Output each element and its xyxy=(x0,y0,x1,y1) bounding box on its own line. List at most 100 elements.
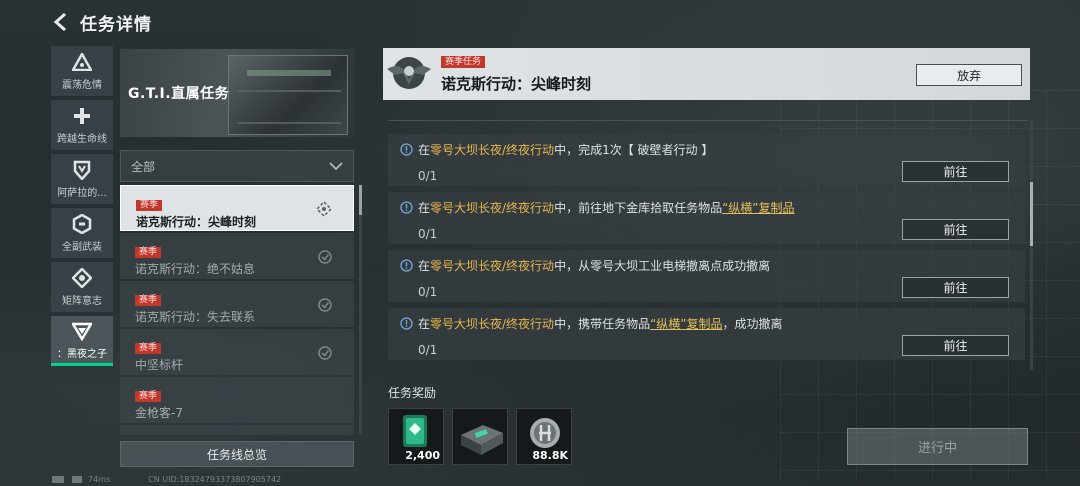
objective-item-link[interactable]: “纵横”复制品 xyxy=(722,199,794,216)
season-tag: 赛季 xyxy=(135,247,162,258)
task-list-item[interactable]: 赛季 中坚标杆 xyxy=(120,329,354,375)
rewards-title: 任务奖励 xyxy=(388,386,437,400)
rail-item-lifeline[interactable]: 跨越生命线 xyxy=(51,100,113,150)
warning-triangle-icon xyxy=(71,51,93,73)
rail-item-child-of-night[interactable]: ：黑夜之子 xyxy=(51,316,113,366)
objective-item-link[interactable]: “纵横”复制品 xyxy=(650,315,722,332)
go-button[interactable]: 前往 xyxy=(902,335,1009,356)
signal-icon xyxy=(72,476,82,483)
objective-item: 在零号大坝长夜/终夜行动 中，完成1次【 破壁者行动 】 0/1 前往 xyxy=(388,134,1025,186)
info-icon xyxy=(400,143,413,156)
objective-prefix: 在 xyxy=(418,317,431,331)
rail-item-shock-crisis[interactable]: 震荡危情 xyxy=(51,46,113,96)
rail-item-label: 阿萨拉的... xyxy=(57,188,107,199)
objective-list: 在零号大坝长夜/终夜行动 中，完成1次【 破壁者行动 】 0/1 前往 在零号大坝… xyxy=(388,134,1025,366)
rail-item-matrix-will[interactable]: 矩阵意志 xyxy=(51,262,113,312)
target-track-icon xyxy=(315,200,333,218)
objective-prefix: 在 xyxy=(418,143,431,157)
reward-item[interactable]: 88.8K xyxy=(516,408,572,465)
go-button[interactable]: 前往 xyxy=(902,219,1009,240)
task-name: 金枪客-7 xyxy=(135,406,183,420)
objective-text: 在零号大坝长夜/终夜行动 中，携带任务物品 “纵横”复制品 ，成功撤离 xyxy=(400,315,1025,332)
back-arrow-icon[interactable] xyxy=(50,11,72,33)
task-status-icon xyxy=(318,298,332,312)
rail-item-label: 全副武装 xyxy=(62,242,102,253)
hexagon-ring-icon xyxy=(71,213,93,235)
season-tag: 赛季 xyxy=(135,343,162,354)
rail-item-label: ：黑夜之子 xyxy=(57,348,107,360)
divider xyxy=(388,120,1028,121)
go-button[interactable]: 前往 xyxy=(902,161,1009,182)
objective-suffix: ，成功撤离 xyxy=(722,317,783,331)
reward-list: 2,400 88.8K xyxy=(388,408,572,465)
task-detail-header: 赛季任务 诺克斯行动：尖峰时刻 放弃 xyxy=(383,48,1030,100)
status-footer: 74ms CN UID:18324793373807905742 xyxy=(52,473,281,486)
task-filter-dropdown[interactable]: 全部 xyxy=(120,150,354,182)
page-title: 任务详情 xyxy=(80,14,152,35)
objective-item: 在零号大坝长夜/终夜行动 中，携带任务物品 “纵横”复制品 ，成功撤离 0/1 前往 xyxy=(388,308,1025,360)
task-detail-title: 诺克斯行动：尖峰时刻 xyxy=(441,75,592,93)
reward-item[interactable] xyxy=(452,408,508,465)
rail-item-fully-armed[interactable]: 全副武装 xyxy=(51,208,113,258)
rail-item-label: 矩阵意志 xyxy=(62,296,102,307)
info-icon xyxy=(400,259,413,272)
task-list-item[interactable]: 赛季 xyxy=(120,425,354,435)
info-icon xyxy=(400,201,413,214)
objective-prefix: 在 xyxy=(418,259,431,273)
triangle-emblem-icon xyxy=(71,320,93,342)
info-icon xyxy=(400,317,413,330)
season-task-tag: 赛季任务 xyxy=(441,56,486,68)
objective-text: 在零号大坝长夜/终夜行动 中，完成1次【 破壁者行动 】 xyxy=(400,141,1025,158)
eagle-emblem-icon xyxy=(387,57,431,89)
objective-description: 中，前往地下金库拾取任务物品 xyxy=(554,201,723,215)
reward-amount: 2,400 xyxy=(405,449,440,462)
diamond-node-icon xyxy=(71,267,93,289)
reward-amount: 88.8K xyxy=(532,449,568,462)
season-tag: 赛季 xyxy=(135,295,162,306)
rail-item-label: 跨越生命线 xyxy=(57,134,107,145)
objective-description: 中，完成1次【 破壁者行动 】 xyxy=(554,143,714,157)
objective-scrollbar[interactable] xyxy=(1030,120,1033,370)
objective-prefix: 在 xyxy=(418,201,431,215)
task-list-item[interactable]: 赛季 诺克斯行动：绝不姑息 xyxy=(120,233,354,279)
scrollbar-thumb[interactable] xyxy=(1030,182,1033,246)
filter-value: 全部 xyxy=(131,159,156,174)
abandon-button[interactable]: 放弃 xyxy=(916,64,1022,86)
banner-crate-image xyxy=(228,55,348,135)
objective-description: 中，从零号大坝工业电梯撤离点成功撤离 xyxy=(554,259,771,273)
task-list-item[interactable]: 赛季 金枪客-7 xyxy=(120,377,354,423)
battery-icon xyxy=(52,476,64,483)
task-list: 赛季 诺克斯行动：尖峰时刻 赛季 诺克斯行动：绝不姑息 赛季 诺克斯行动：失去联… xyxy=(120,185,354,435)
task-list-item[interactable]: 赛季 诺克斯行动：失去联系 xyxy=(120,281,354,327)
scrollbar-thumb[interactable] xyxy=(359,185,362,215)
rail-item-asala[interactable]: 阿萨拉的... xyxy=(51,154,113,204)
task-list-item[interactable]: 赛季 诺克斯行动：尖峰时刻 xyxy=(120,185,354,231)
rail-item-label: 震荡危情 xyxy=(62,80,102,91)
go-button[interactable]: 前往 xyxy=(902,277,1009,298)
task-status-icon xyxy=(318,346,332,360)
reward-item[interactable]: 2,400 xyxy=(388,408,444,465)
objective-item: 在零号大坝长夜/终夜行动 中，前往地下金库拾取任务物品 “纵横”复制品 0/1 前往 xyxy=(388,192,1025,244)
objective-text: 在零号大坝长夜/终夜行动 中，前往地下金库拾取任务物品 “纵横”复制品 xyxy=(400,199,1025,216)
shield-icon xyxy=(71,159,93,181)
season-tag: 赛季 xyxy=(136,200,163,211)
uid-text: CN UID:18324793373807905742 xyxy=(148,475,282,484)
season-tag: 赛季 xyxy=(135,391,162,402)
latency-text: 74ms xyxy=(88,475,111,484)
medical-cross-icon xyxy=(71,105,93,127)
objective-text: 在零号大坝长夜/终夜行动 中，从零号大坝工业电梯撤离点成功撤离 xyxy=(400,257,1025,274)
task-line-overview-button[interactable]: 任务线总览 xyxy=(120,441,354,467)
objective-item: 在零号大坝长夜/终夜行动 中，从零号大坝工业电梯撤离点成功撤离 0/1 前往 xyxy=(388,250,1025,302)
in-progress-status-button: 进行中 xyxy=(847,428,1028,465)
task-list-scrollbar[interactable] xyxy=(359,185,362,435)
objective-description: 中，携带任务物品 xyxy=(554,317,651,331)
chevron-down-icon xyxy=(329,161,343,170)
objective-location: 零号大坝长夜/终夜行动 xyxy=(430,201,555,215)
objective-location: 零号大坝长夜/终夜行动 xyxy=(430,143,555,157)
task-status-icon xyxy=(318,250,332,264)
banner-title: G.T.I.直属任务 xyxy=(128,86,230,102)
supply-crate-icon xyxy=(461,425,503,455)
task-line-banner: G.T.I.直属任务 xyxy=(120,49,354,137)
page-header: 任务详情 xyxy=(50,8,152,36)
category-rail: 震荡危情 跨越生命线 阿萨拉的... 全副武装 矩阵意志 ：黑夜之子 xyxy=(51,46,113,370)
